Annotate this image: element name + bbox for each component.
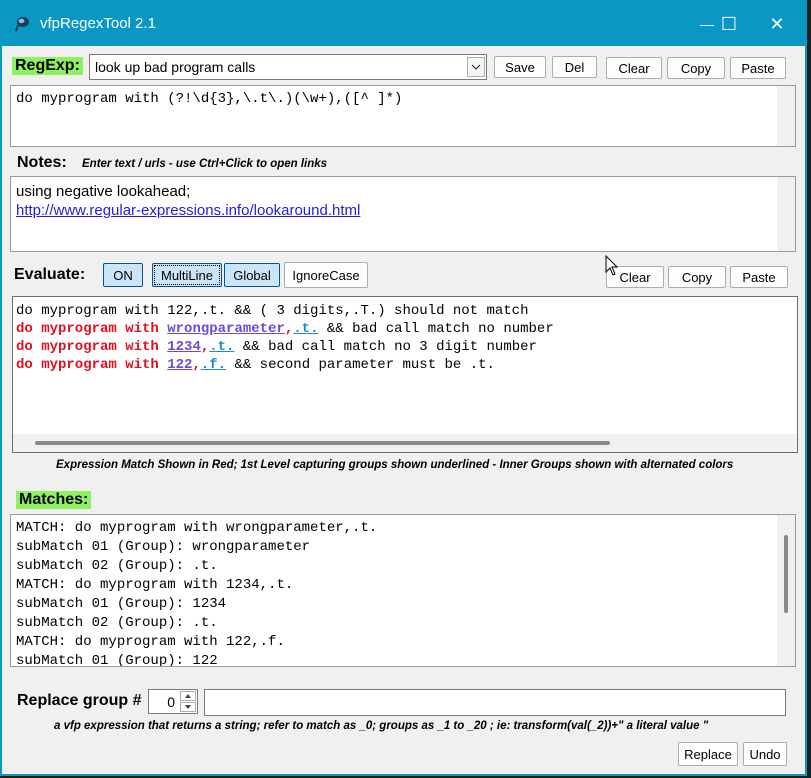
multiline-toggle[interactable]: MultiLine xyxy=(152,263,222,287)
spinner-up-icon xyxy=(185,694,191,698)
match-separator: , xyxy=(200,339,210,355)
evaluate-lines: do myprogram with 122,.t. && ( 3 digits,… xyxy=(16,302,554,374)
replace-group-value: 0 xyxy=(167,694,175,710)
group-1-match: wrongparameter xyxy=(167,321,285,337)
regexp-clear-button[interactable]: Clear xyxy=(606,57,662,79)
match-line: MATCH: do myprogram with wrongparameter,… xyxy=(16,520,378,536)
match-line: subMatch 01 (Group): wrongparameter xyxy=(16,539,311,555)
evaluate-paste-button[interactable]: Paste xyxy=(730,266,788,288)
pattern-scrollbar[interactable] xyxy=(777,86,795,146)
evaluate-copy-button[interactable]: Copy xyxy=(668,266,726,288)
match-line: subMatch 02 (Group): .t. xyxy=(16,558,218,574)
ignorecase-toggle[interactable]: IgnoreCase xyxy=(284,262,368,288)
notes-link[interactable]: http://www.regular-expressions.info/look… xyxy=(16,201,360,220)
replace-group-spinner[interactable]: 0 xyxy=(148,689,198,714)
match-prefix: do myprogram with xyxy=(16,357,168,373)
match-line: MATCH: do myprogram with 1234,.t. xyxy=(16,577,294,593)
match-line: MATCH: do myprogram with 122,.f. xyxy=(16,634,285,650)
undo-button[interactable]: Undo xyxy=(743,742,787,766)
match-prefix: do myprogram with xyxy=(16,321,168,337)
title-bar[interactable]: vfpRegexTool 2.1 — ☐ ✕ xyxy=(2,2,805,46)
matches-scrollbar[interactable] xyxy=(777,515,795,666)
evaluate-line: do myprogram with 122,.t. && ( 3 digits,… xyxy=(16,303,529,319)
line-rest: && second parameter must be .t. xyxy=(226,357,495,373)
regex-pattern-editor[interactable]: do myprogram with (?!\d{3},\.t\.)(\w+),(… xyxy=(10,85,796,147)
notes-hint: Enter text / urls - use Ctrl+Click to op… xyxy=(82,158,328,170)
maximize-icon: ☐ xyxy=(720,13,738,34)
regexp-paste-button[interactable]: Paste xyxy=(730,57,786,79)
replace-button[interactable]: Replace xyxy=(678,742,738,766)
evaluate-line: do myprogram with 122,.f. && second para… xyxy=(16,356,554,374)
app-icon xyxy=(15,17,29,32)
spinner-up-button[interactable] xyxy=(180,691,196,701)
replace-hint: a vfp expression that returns a string; … xyxy=(54,720,709,732)
notes-editor[interactable]: using negative lookahead; http://www.reg… xyxy=(10,176,796,252)
evaluate-text-editor[interactable]: do myprogram with 122,.t. && ( 3 digits,… xyxy=(12,296,798,453)
line-rest: && bad call match no 3 digit number xyxy=(234,339,537,355)
regexp-select-value: look up bad program calls xyxy=(95,59,256,75)
spinner-down-button[interactable] xyxy=(180,702,196,712)
notes-content: using negative lookahead; http://www.reg… xyxy=(16,182,360,220)
close-button[interactable]: ✕ xyxy=(754,2,800,46)
notes-scrollbar[interactable] xyxy=(777,177,795,251)
regex-pattern-text: do myprogram with (?!\d{3},\.t\.)(\w+),(… xyxy=(16,91,403,107)
group-1-match: 122 xyxy=(167,357,193,373)
match-line: subMatch 01 (Group): 122 xyxy=(16,653,218,667)
vertical-scroll-thumb[interactable] xyxy=(784,535,788,613)
evaluate-label: Evaluate: xyxy=(14,266,86,283)
notes-label: Notes: xyxy=(17,154,67,171)
regexp-label: RegExp: xyxy=(12,57,83,75)
line-rest: && bad call match no number xyxy=(318,321,554,337)
match-prefix: do myprogram with xyxy=(16,339,168,355)
evaluate-line: do myprogram with 1234,.t. && bad call m… xyxy=(16,338,554,356)
mouse-cursor-icon xyxy=(605,255,619,276)
match-separator: , xyxy=(284,321,294,337)
close-icon: ✕ xyxy=(769,13,785,34)
spinner-down-icon xyxy=(185,705,191,709)
chevron-down-icon xyxy=(471,64,481,70)
replace-group-label: Replace group # xyxy=(17,692,142,709)
evaluate-line: do myprogram with wrongparameter,.t. && … xyxy=(16,320,554,338)
match-line: subMatch 01 (Group): 1234 xyxy=(16,596,227,612)
global-toggle[interactable]: Global xyxy=(224,263,280,287)
maximize-button[interactable]: ☐ xyxy=(706,2,752,46)
window-title: vfpRegexTool 2.1 xyxy=(40,15,156,32)
horizontal-scroll-thumb[interactable] xyxy=(35,441,610,445)
regexp-select[interactable]: look up bad program calls xyxy=(89,54,487,80)
matches-lines: MATCH: do myprogram with wrongparameter,… xyxy=(16,519,378,667)
save-button[interactable]: Save xyxy=(494,56,546,78)
notes-text: using negative lookahead; xyxy=(16,183,191,200)
matches-label: Matches: xyxy=(16,491,92,509)
replace-expression-input[interactable] xyxy=(204,689,786,716)
delete-button[interactable]: Del xyxy=(552,56,597,78)
group-1-match: 1234 xyxy=(167,339,201,355)
evaluate-legend: Expression Match Shown in Red; 1st Level… xyxy=(56,459,734,471)
evaluate-horizontal-scrollbar[interactable] xyxy=(13,434,797,452)
regexp-dropdown-button[interactable] xyxy=(467,57,485,77)
match-line: subMatch 02 (Group): .t. xyxy=(16,615,218,631)
match-separator: , xyxy=(192,357,201,373)
app-window: vfpRegexTool 2.1 — ☐ ✕ RegExp: look up b… xyxy=(0,0,807,776)
group-2-match: .t. xyxy=(293,321,319,337)
matches-output[interactable]: MATCH: do myprogram with wrongparameter,… xyxy=(10,514,796,667)
regexp-copy-button[interactable]: Copy xyxy=(667,57,725,79)
group-2-match: .t. xyxy=(209,339,235,355)
group-2-match: .f. xyxy=(200,357,227,373)
on-toggle[interactable]: ON xyxy=(103,263,143,287)
